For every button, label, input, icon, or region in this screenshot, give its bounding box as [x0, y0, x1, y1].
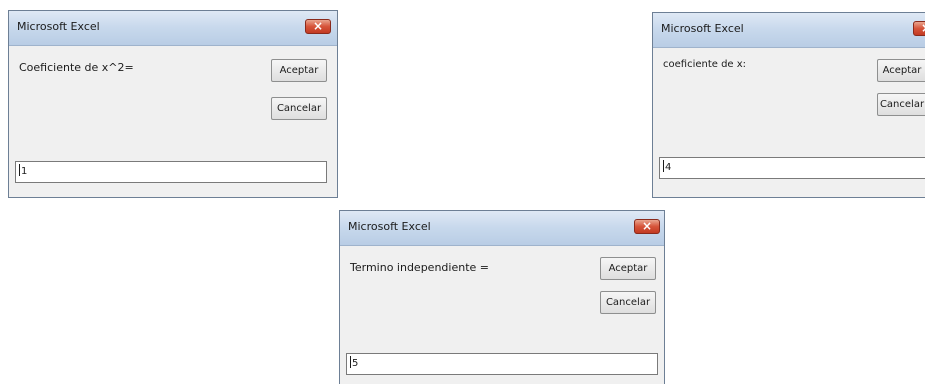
value-input[interactable]: 4 [659, 157, 925, 179]
title-bar[interactable]: Microsoft Excel × [653, 13, 925, 48]
input-value: 5 [352, 358, 359, 369]
title-bar[interactable]: Microsoft Excel × [340, 211, 664, 246]
window-title: Microsoft Excel [17, 20, 100, 33]
value-input[interactable]: 1 [15, 161, 327, 183]
prompt-text: coeficiente de x: [663, 59, 747, 70]
accept-button[interactable]: Aceptar [271, 59, 327, 82]
close-button[interactable]: × [634, 219, 660, 234]
text-caret [350, 356, 351, 368]
window-title: Microsoft Excel [661, 22, 744, 35]
close-icon: × [641, 219, 653, 233]
dialog-coeficiente-x: Microsoft Excel × coeficiente de x: Acep… [652, 12, 925, 198]
close-icon: × [914, 20, 925, 37]
text-caret [19, 164, 20, 176]
cancel-button[interactable]: Cancelar [877, 93, 925, 116]
cancel-button[interactable]: Cancelar [271, 97, 327, 120]
input-value: 1 [21, 166, 28, 177]
window-title: Microsoft Excel [348, 220, 431, 233]
accept-button[interactable]: Aceptar [877, 59, 925, 82]
cancel-button[interactable]: Cancelar [600, 291, 656, 314]
close-button[interactable]: × [913, 21, 925, 36]
title-bar[interactable]: Microsoft Excel × [9, 11, 337, 46]
text-caret [663, 160, 664, 172]
close-button[interactable]: × [305, 19, 331, 34]
prompt-text: Coeficiente de x^2= [19, 61, 134, 74]
input-value: 4 [665, 162, 672, 173]
dialog-coeficiente-x2: Microsoft Excel × Coeficiente de x^2= Ac… [8, 10, 338, 198]
accept-button[interactable]: Aceptar [600, 257, 656, 280]
prompt-text: Termino independiente = [350, 261, 489, 274]
dialog-termino-independiente: Microsoft Excel × Termino independiente … [339, 210, 665, 384]
close-icon: × [312, 19, 324, 33]
value-input[interactable]: 5 [346, 353, 658, 375]
